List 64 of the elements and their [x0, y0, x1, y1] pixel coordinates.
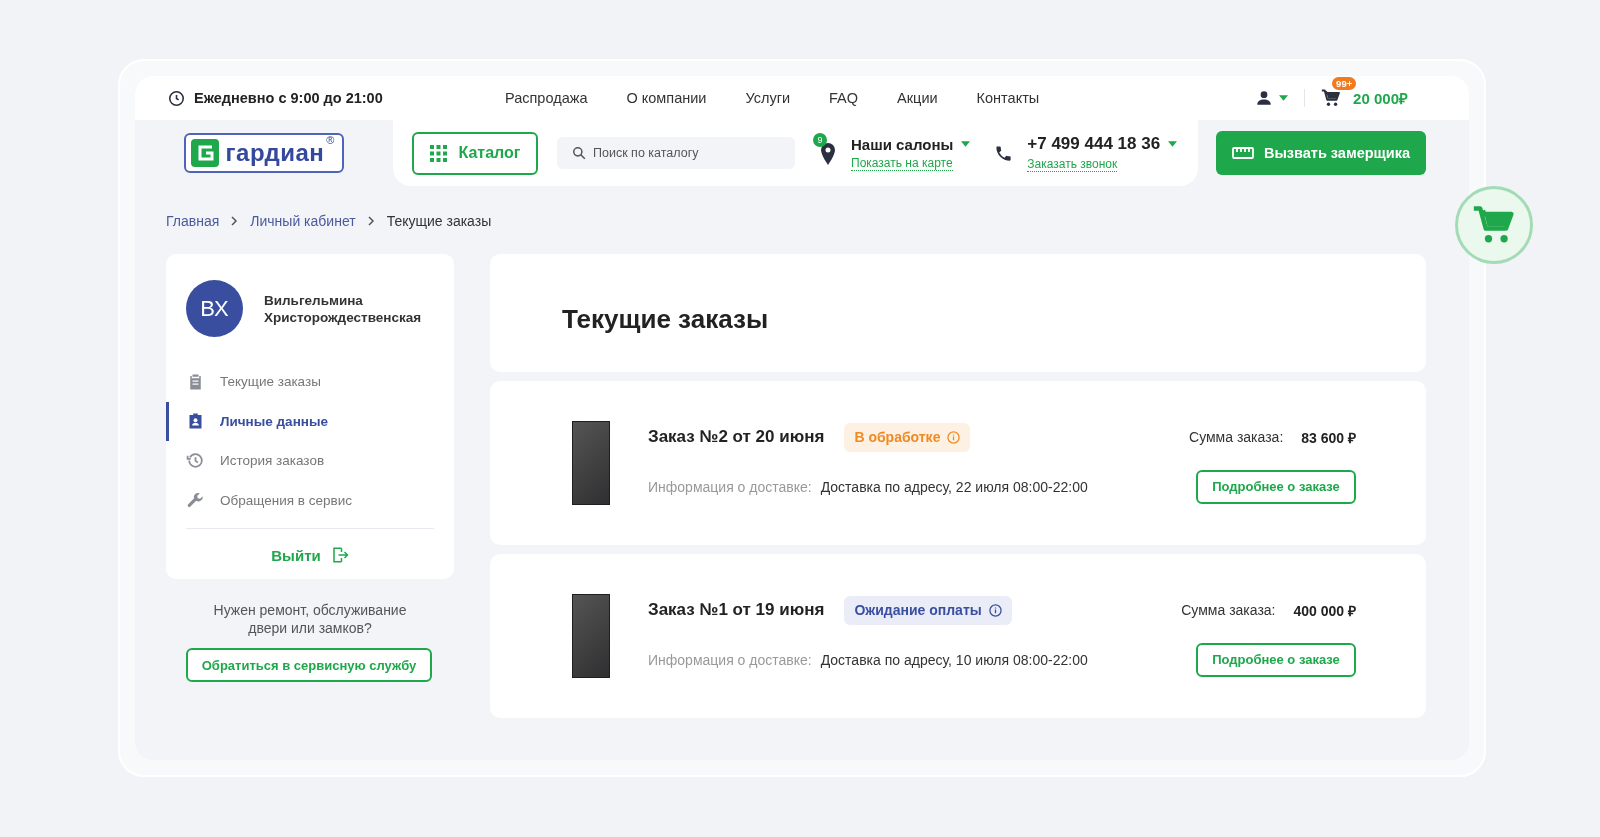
caret-icon	[1279, 95, 1289, 101]
cart-icon[interactable]	[1321, 88, 1342, 108]
user-name: Вильгельмина Христорождественская	[264, 291, 423, 326]
nav-link[interactable]: Контакты	[976, 90, 1040, 106]
cart-total[interactable]: 20 000₽	[1353, 88, 1408, 108]
status-tag: Ожидание оплаты	[844, 595, 1012, 625]
service-request-button[interactable]: Обратиться в сервисную службу	[186, 648, 432, 682]
phone-number[interactable]: +7 499 444 18 36	[1027, 134, 1161, 154]
logout-icon	[330, 546, 349, 564]
order-sum: 400 000 ₽	[1293, 601, 1356, 620]
breadcrumb-link[interactable]: Личный кабинет	[250, 213, 356, 229]
clock-icon	[168, 89, 185, 107]
order-details-button[interactable]: Подробнее о заказе	[1196, 469, 1356, 504]
order-title[interactable]: Заказ №2 от 20 июня	[648, 427, 825, 447]
phone-icon	[994, 143, 1014, 163]
sidebar-item[interactable]: История заказов	[166, 441, 454, 481]
map-pin-icon	[819, 141, 837, 165]
history-icon	[186, 451, 205, 471]
map-link[interactable]: Показать на карте	[851, 155, 953, 171]
logout-button[interactable]: Выйти	[265, 545, 355, 565]
chevron-icon	[367, 216, 375, 226]
status-tag: В обработке	[844, 422, 971, 452]
nav-link[interactable]: FAQ	[829, 90, 859, 106]
avatar: ВХ	[186, 280, 243, 337]
cart-count-badge: 99+	[1332, 77, 1357, 90]
order-title[interactable]: Заказ №1 от 19 июня	[648, 600, 825, 620]
chevron-icon	[231, 216, 239, 226]
sidebar-item[interactable]: Текущие заказы	[166, 362, 454, 402]
account-button[interactable]	[1255, 89, 1289, 107]
caret-icon	[1168, 141, 1178, 147]
caret-icon	[961, 141, 971, 147]
sidebar-item[interactable]: Обращения в сервис	[166, 480, 454, 520]
search-field[interactable]: Поиск по каталогу	[557, 137, 795, 169]
order-sum: 83 600 ₽	[1301, 428, 1356, 447]
order-sum-label: Сумма заказа:	[1181, 602, 1276, 618]
info-icon[interactable]	[988, 603, 1002, 617]
logo[interactable]: гардиан®	[183, 133, 345, 173]
salon-count-badge: 9	[813, 133, 827, 147]
nav-link[interactable]: Акции	[897, 90, 938, 106]
search-icon	[572, 146, 586, 160]
catalog-button[interactable]: Каталог	[412, 131, 538, 175]
delivery-info: Доставка по адресу, 22 июля 08:00-22:00	[820, 478, 1088, 495]
user-icon[interactable]	[1255, 89, 1274, 107]
grid-icon	[429, 144, 447, 162]
call-measurer-button[interactable]: Вызвать замерщика	[1216, 131, 1426, 175]
delivery-label: Информация о доставке:	[648, 651, 812, 668]
nav-link[interactable]: О компании	[626, 90, 707, 106]
service-prompt: Нужен ремонт, обслуживание двери или замков?	[212, 601, 408, 637]
delivery-label: Информация о доставке:	[648, 478, 812, 495]
nav-link[interactable]: Услуги	[745, 90, 791, 106]
wrench-icon	[186, 490, 205, 510]
callback-link[interactable]: Заказать звонок	[1027, 157, 1118, 172]
ruler-icon	[1231, 147, 1254, 159]
nav-link[interactable]: Распродажа	[505, 90, 588, 106]
sidebar-item[interactable]: Личные данные	[166, 401, 454, 441]
working-hours: Ежедневно с 9:00 до 21:00	[194, 90, 383, 106]
order-sum-label: Сумма заказа:	[1189, 429, 1284, 445]
order-details-button[interactable]: Подробнее о заказе	[1196, 642, 1356, 677]
page-title: Текущие заказы	[562, 303, 769, 335]
breadcrumb-link[interactable]: Главная	[166, 213, 220, 229]
breadcrumb-current: Текущие заказы	[386, 213, 492, 229]
delivery-info: Доставка по адресу, 10 июля 08:00-22:00	[820, 651, 1088, 668]
logo-mark-icon	[189, 138, 220, 168]
salons-title[interactable]: Наши салоны	[851, 135, 954, 153]
